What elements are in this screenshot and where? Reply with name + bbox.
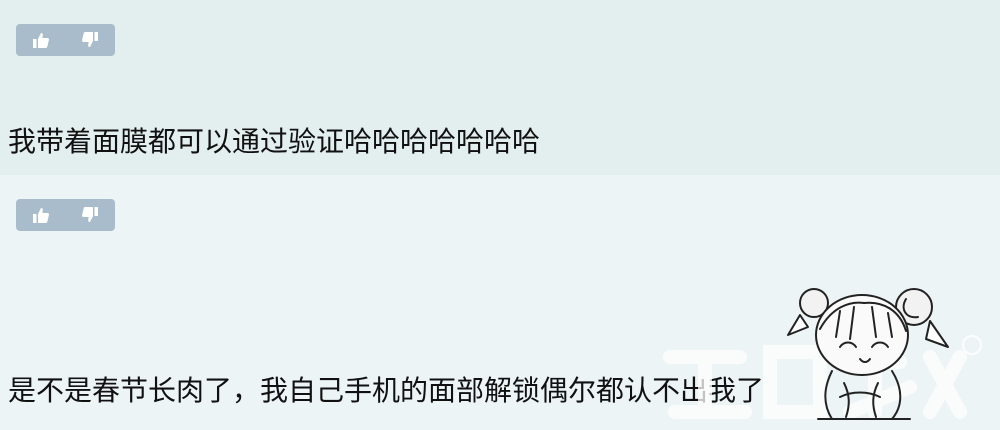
vote-bar bbox=[16, 24, 115, 56]
comment-item: 是不是春节长肉了，我自己手机的面部解锁偶尔都认不出我了 bbox=[0, 175, 1000, 430]
comment-text: 我带着面膜都可以通过验证哈哈哈哈哈哈哈 bbox=[8, 125, 541, 158]
thumbs-up-icon bbox=[32, 33, 49, 48]
anime-sticker-image bbox=[787, 288, 949, 420]
dislike-button[interactable] bbox=[66, 24, 116, 56]
thumbs-down-icon bbox=[82, 32, 99, 47]
thumbs-down-icon bbox=[82, 207, 99, 222]
like-button[interactable] bbox=[16, 199, 66, 231]
vote-bar bbox=[16, 199, 115, 231]
dislike-button[interactable] bbox=[66, 199, 116, 231]
thumbs-up-icon bbox=[32, 208, 49, 223]
like-button[interactable] bbox=[16, 24, 66, 56]
comment-item: 我带着面膜都可以通过验证哈哈哈哈哈哈哈 bbox=[0, 0, 1000, 175]
